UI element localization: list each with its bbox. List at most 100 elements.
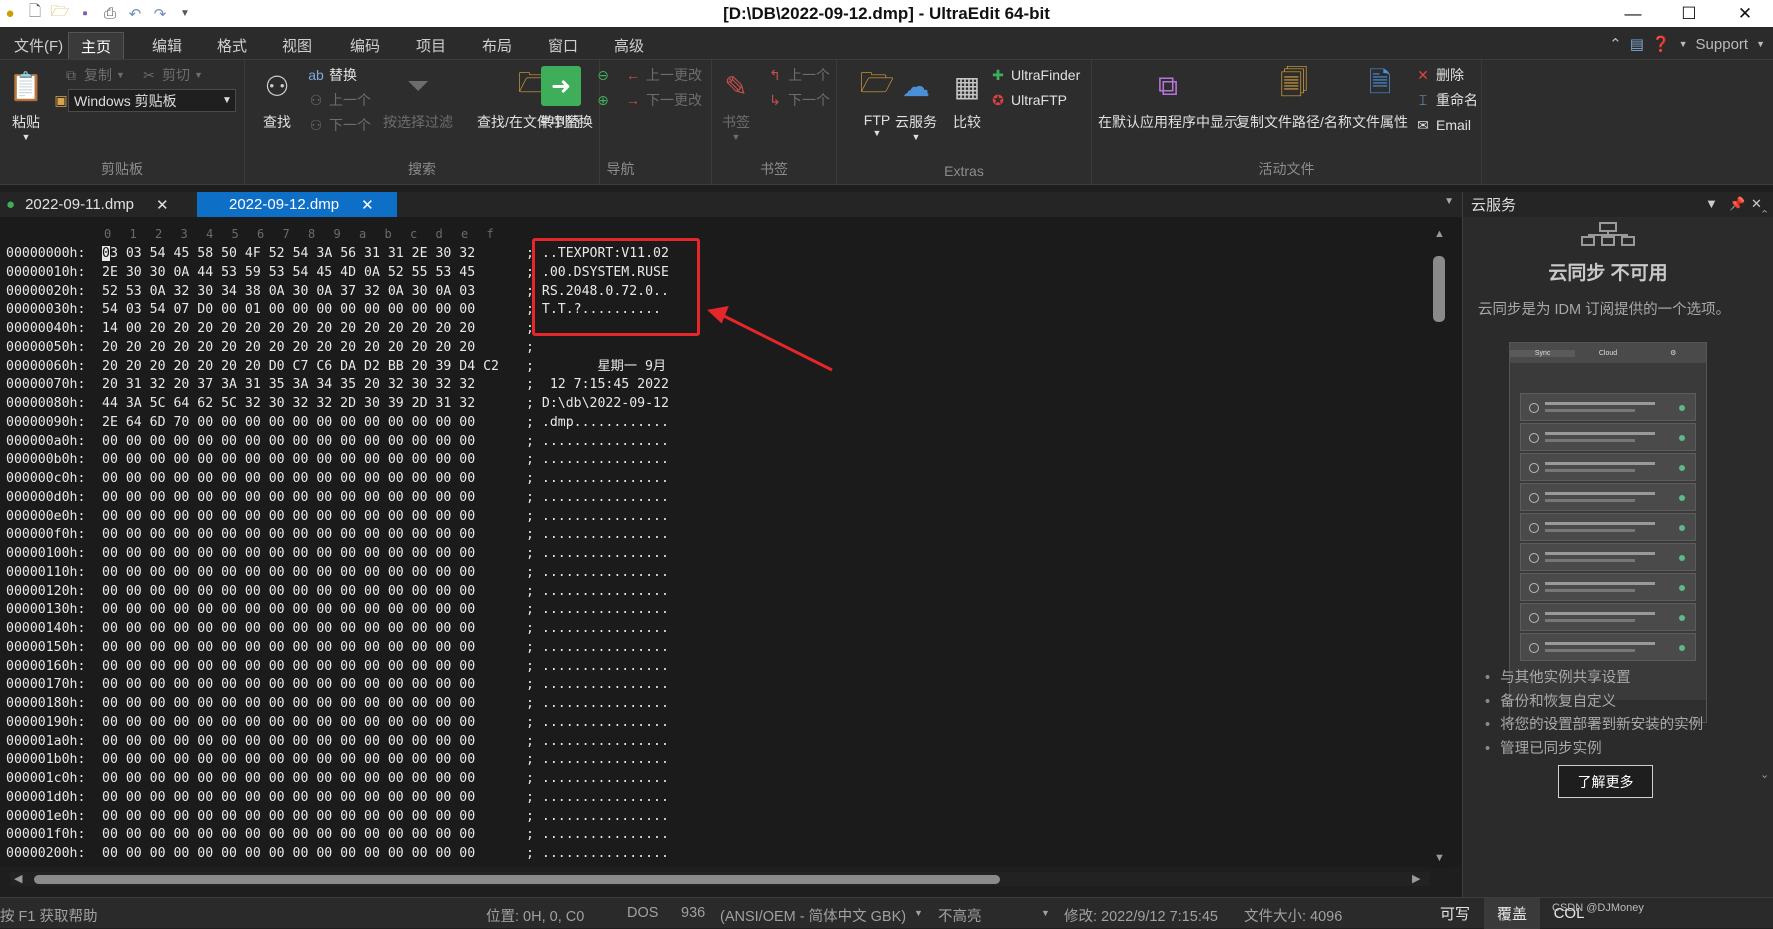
hex-row[interactable]: 000000e0h: 00 00 00 00 00 00 00 00 00 00 … [6,508,669,527]
hex-row[interactable]: 000001c0h: 00 00 00 00 00 00 00 00 00 00 … [6,770,669,789]
hex-ascii[interactable]: ................ [542,526,669,545]
tab-project[interactable]: 项目 [404,32,458,59]
doc-tab-2022-09-12[interactable]: 2022-09-12.dmp ✕ [197,192,397,217]
hex-ascii[interactable]: ................ [542,714,669,733]
scroll-thumb[interactable] [1433,256,1445,322]
copy-button[interactable]: ⧉ 复制 ▼ [62,64,125,86]
tab-window[interactable]: 窗口 [536,32,590,59]
hex-ascii[interactable]: ................ [542,508,669,527]
print-icon[interactable]: ⎙ [100,4,120,24]
hex-ascii[interactable]: ................ [542,583,669,602]
hex-row[interactable]: 000000c0h: 00 00 00 00 00 00 00 00 00 00 … [6,470,669,489]
hex-ascii[interactable]: ................ [542,770,669,789]
scroll-thumb[interactable] [34,875,1000,884]
hex-row[interactable]: 000001a0h: 00 00 00 00 00 00 00 00 00 00 … [6,733,669,752]
status-overwrite[interactable]: 覆盖 [1484,898,1540,929]
hex-bytes[interactable]: 00 00 00 00 00 00 00 00 00 00 00 00 00 0… [102,564,526,583]
copy-path-button[interactable]: 🗐 复制文件路径/名称 [1236,66,1352,132]
hex-ascii[interactable]: ................ [542,620,669,639]
scroll-down-icon[interactable]: ⌄ [1760,768,1769,781]
tab-encoding[interactable]: 编码 [338,32,392,59]
hex-bytes[interactable]: 00 00 00 00 00 00 00 00 00 00 00 00 00 0… [102,433,526,452]
hex-bytes[interactable]: 00 00 00 00 00 00 00 00 00 00 00 00 00 0… [102,733,526,752]
status-encoding[interactable]: (ANSI/OEM - 简体中文 GBK) [720,905,906,926]
hex-ascii[interactable]: ................ [542,845,669,864]
close-tab-icon[interactable]: ✕ [361,196,374,214]
rename-button[interactable]: ⌶ 重命名 [1414,89,1478,111]
hex-ascii[interactable]: .dmp............ [542,414,669,433]
panel-menu-chevron-icon[interactable]: ▼ [1705,196,1718,211]
hex-bytes[interactable]: 00 00 00 00 00 00 00 00 00 00 00 00 00 0… [102,601,526,620]
find-next-button[interactable]: ⚇ 下一个 [307,114,371,136]
hex-row[interactable]: 00000140h: 00 00 00 00 00 00 00 00 00 00 … [6,620,669,639]
clipboard-select[interactable]: Windows 剪贴板 ▼ [68,89,236,112]
hex-ascii[interactable]: ................ [542,489,669,508]
undo-icon[interactable]: ↶ [125,4,145,24]
hex-row[interactable]: 00000200h: 00 00 00 00 00 00 00 00 00 00 … [6,845,669,864]
filter-button[interactable]: ⏷ 按选择过滤 [383,66,453,132]
hex-bytes[interactable]: 00 00 00 00 00 00 00 00 00 00 00 00 00 0… [102,451,526,470]
hex-bytes[interactable]: 00 00 00 00 00 00 00 00 00 00 00 00 00 0… [102,695,526,714]
hex-bytes[interactable]: 2E 30 30 0A 44 53 59 53 54 45 4D 0A 52 5… [102,264,526,283]
hex-bytes[interactable]: 14 00 20 20 20 20 20 20 20 20 20 20 20 2… [102,320,526,339]
hex-row[interactable]: 00000080h: 44 3A 5C 64 62 5C 32 30 32 32 … [6,395,669,414]
help-icon[interactable]: ❓ [1652,35,1671,53]
hex-bytes[interactable]: 00 00 00 00 00 00 00 00 00 00 00 00 00 0… [102,676,526,695]
hex-ascii[interactable]: ................ [542,545,669,564]
hex-row[interactable]: 00000160h: 00 00 00 00 00 00 00 00 00 00 … [6,658,669,677]
hex-bytes[interactable]: 00 00 00 00 00 00 00 00 00 00 00 00 00 0… [102,789,526,808]
minimize-button[interactable]: — [1605,0,1661,27]
hex-row[interactable]: 00000100h: 00 00 00 00 00 00 00 00 00 00 … [6,545,669,564]
support-menu[interactable]: Support [1696,36,1749,53]
vertical-scrollbar[interactable]: ▲ ▼ [1428,226,1450,868]
new-file-icon[interactable]: 🗋 [25,3,45,24]
scroll-left-icon[interactable]: ◀ [14,872,22,885]
hex-ascii[interactable]: ................ [542,433,669,452]
hex-bytes[interactable]: 00 00 00 00 00 00 00 00 00 00 00 00 00 0… [102,751,526,770]
hex-bytes[interactable]: 00 00 00 00 00 00 00 00 00 00 00 00 00 0… [102,845,526,864]
delete-button[interactable]: ✕ 删除 [1414,64,1464,86]
bookmark-button[interactable]: ✎ 书签 ▼ [716,66,756,143]
hex-bytes[interactable]: 20 31 32 20 37 3A 31 35 3A 34 35 20 32 3… [102,376,526,395]
status-highlight[interactable]: 不高亮 [938,905,982,926]
tab-list-chevron-icon[interactable]: ▼ [1444,196,1454,207]
hex-ascii[interactable]: ................ [542,826,669,845]
hex-row[interactable]: 00000170h: 00 00 00 00 00 00 00 00 00 00 … [6,676,669,695]
hex-bytes[interactable]: 00 00 00 00 00 00 00 00 00 00 00 00 00 0… [102,545,526,564]
replace-button[interactable]: ab 替换 [307,64,357,86]
file-properties-button[interactable]: 🗎 文件属性 [1352,66,1408,132]
panel-scrollbar[interactable]: ⌃ ⌄ [1756,208,1773,808]
doc-tab-2022-09-11[interactable]: ● 2022-09-11.dmp ✕ [0,192,196,217]
hex-ascii[interactable]: ................ [542,808,669,827]
hex-bytes[interactable]: 00 00 00 00 00 00 00 00 00 00 00 00 00 0… [102,639,526,658]
hex-row[interactable]: 00000150h: 00 00 00 00 00 00 00 00 00 00 … [6,639,669,658]
hex-bytes[interactable]: 00 00 00 00 00 00 00 00 00 00 00 00 00 0… [102,770,526,789]
close-tab-icon[interactable]: ✕ [156,196,169,214]
highlight-chevron-icon[interactable]: ▼ [1041,908,1050,918]
learn-more-button[interactable]: 了解更多 [1558,765,1653,798]
hex-row[interactable]: 000000b0h: 00 00 00 00 00 00 00 00 00 00 … [6,451,669,470]
status-writable[interactable]: 可写 [1430,898,1480,929]
hex-bytes[interactable]: 00 00 00 00 00 00 00 00 00 00 00 00 00 0… [102,808,526,827]
hex-ascii[interactable]: ................ [542,695,669,714]
status-line-ending[interactable]: DOS [627,905,658,921]
hex-row[interactable]: 000001b0h: 00 00 00 00 00 00 00 00 00 00 … [6,751,669,770]
ultrafinder-button[interactable]: ✚ UltraFinder [989,64,1080,86]
hex-row[interactable]: 000000d0h: 00 00 00 00 00 00 00 00 00 00 … [6,489,669,508]
hex-ascii[interactable]: ................ [542,789,669,808]
hex-row[interactable]: 00000070h: 20 31 32 20 37 3A 31 35 3A 34 … [6,376,669,395]
hex-bytes[interactable]: 03 03 54 45 58 50 4F 52 54 3A 56 31 31 2… [102,245,526,264]
tab-edit[interactable]: 编辑 [140,32,194,59]
compare-button[interactable]: ▦ 比较 [947,66,987,132]
hex-row[interactable]: 00000180h: 00 00 00 00 00 00 00 00 00 00 … [6,695,669,714]
hex-row[interactable]: 00000090h: 2E 64 6D 70 00 00 00 00 00 00 … [6,414,669,433]
next-bookmark-button[interactable]: ↳ 下一个 [766,89,830,111]
hex-bytes[interactable]: 2E 64 6D 70 00 00 00 00 00 00 00 00 00 0… [102,414,526,433]
help-chevron-icon[interactable]: ▼ [1679,39,1688,49]
customize-chevron-icon[interactable]: ▼ [175,4,195,24]
hex-ascii[interactable]: ................ [542,639,669,658]
hex-row[interactable]: 000001d0h: 00 00 00 00 00 00 00 00 00 00 … [6,789,669,808]
hex-bytes[interactable]: 20 20 20 20 20 20 20 D0 C7 C6 DA D2 BB 2… [102,358,526,377]
horizontal-scrollbar[interactable]: ◀ ▶ [10,872,1430,886]
tab-format[interactable]: 格式 [205,32,259,59]
